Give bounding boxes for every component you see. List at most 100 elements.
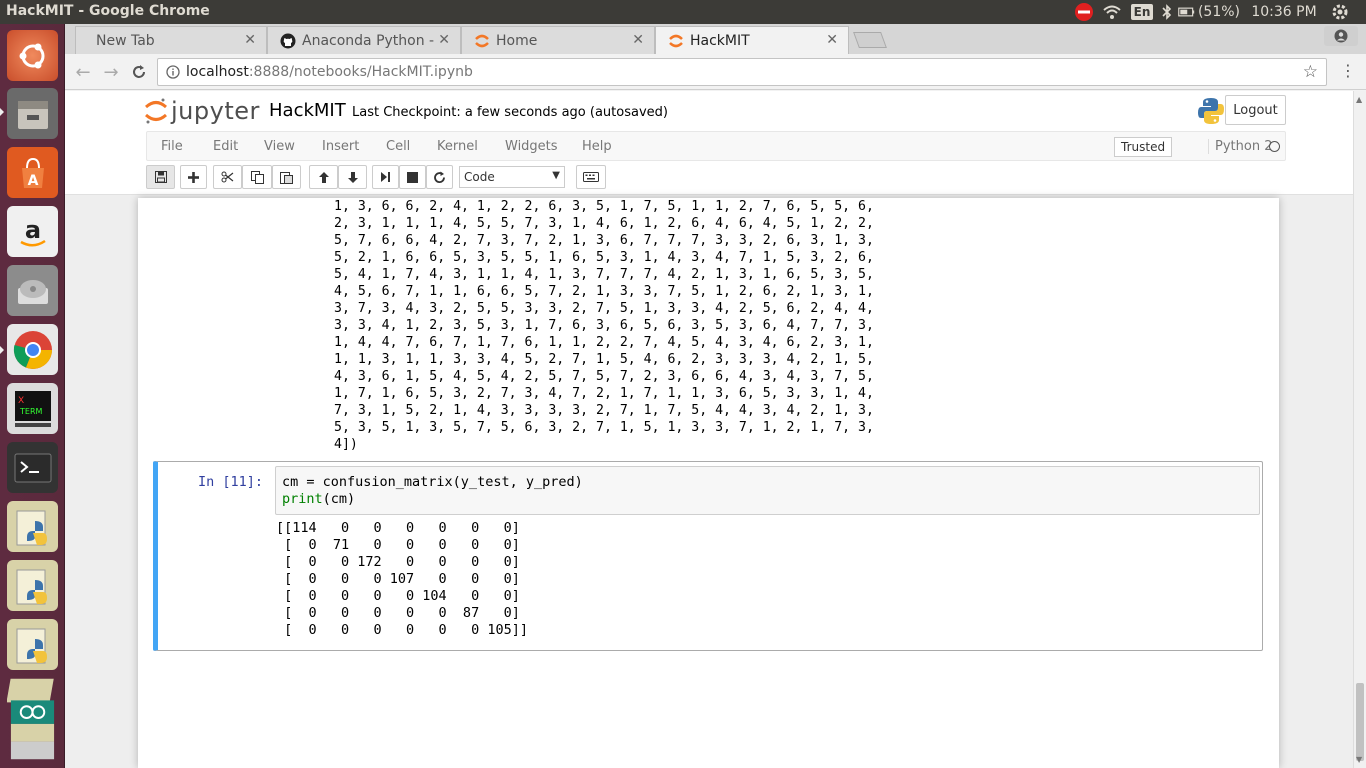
insert-cell-button[interactable] — [180, 165, 207, 189]
kernel-name[interactable]: Python 2 — [1208, 139, 1272, 154]
tab-new-tab[interactable]: New Tab ✕ — [75, 26, 267, 54]
code-cell-selected[interactable]: In [11]: cm = confusion_matrix(y_test, y… — [153, 461, 1263, 651]
copy-icon — [250, 170, 264, 184]
menu-insert[interactable]: Insert — [322, 139, 359, 154]
xterm-icon[interactable]: X TERM — [7, 383, 58, 434]
launcher-running-indicator — [0, 108, 4, 116]
terminal-icon[interactable] — [7, 442, 58, 493]
bookmark-star-icon[interactable]: ☆ — [1303, 62, 1318, 82]
paste-icon — [280, 171, 293, 184]
close-icon[interactable]: ✕ — [438, 32, 450, 48]
menu-kernel[interactable]: Kernel — [437, 139, 478, 154]
tab-title: Anaconda Python - — [302, 32, 435, 49]
copy-button[interactable] — [242, 165, 272, 189]
new-tab-button[interactable] — [853, 32, 887, 48]
user-icon — [1334, 29, 1348, 43]
python-notebook-icon[interactable] — [7, 619, 58, 670]
code-line: (cm) — [322, 491, 356, 507]
jupyter-menubar: File Edit View Insert Cell Kernel Widget… — [65, 131, 1353, 161]
interrupt-kernel-button[interactable] — [399, 165, 426, 189]
jupyter-logo[interactable]: jupyter — [145, 97, 260, 125]
menu-edit[interactable]: Edit — [213, 139, 238, 154]
stop-icon — [407, 171, 418, 183]
tab-hackmit[interactable]: HackMIT ✕ — [655, 26, 849, 54]
save-icon — [154, 171, 167, 183]
python-logo-icon — [1197, 97, 1225, 125]
previous-cell-output: 1, 3, 6, 6, 2, 4, 1, 2, 2, 6, 3, 5, 1, 7… — [334, 199, 874, 452]
bluetooth-icon[interactable] — [1156, 0, 1178, 24]
stacked-notebooks-icon[interactable] — [7, 676, 58, 764]
run-cell-button[interactable] — [372, 165, 399, 189]
menu-help[interactable]: Help — [582, 139, 612, 154]
input-prompt: In [11]: — [198, 474, 264, 490]
tab-title: Home — [496, 32, 538, 49]
python-notebook-icon[interactable] — [7, 501, 58, 552]
menu-view[interactable]: View — [264, 139, 295, 154]
cut-button[interactable] — [213, 165, 242, 189]
arrow-down-icon — [347, 171, 358, 183]
ubuntu-dash-icon[interactable] — [7, 30, 58, 81]
scissors-icon — [221, 171, 234, 183]
close-icon[interactable]: ✕ — [632, 32, 644, 48]
close-icon[interactable]: ✕ — [826, 32, 838, 48]
scroll-up-icon[interactable]: ▲ — [1356, 95, 1362, 104]
window-title: HackMIT - Google Chrome — [6, 3, 210, 19]
cell-type-value: Code — [464, 170, 495, 184]
tab-anaconda[interactable]: Anaconda Python - ✕ — [267, 26, 461, 54]
amazon-icon[interactable]: a — [7, 206, 58, 257]
disk-icon[interactable] — [7, 265, 58, 316]
caret-down-icon: ▼ — [552, 170, 560, 181]
battery-indicator[interactable]: (51%) — [1178, 0, 1240, 24]
forward-button[interactable]: → — [99, 60, 123, 84]
launcher: A a X TERM — [0, 24, 65, 768]
menu-file[interactable]: File — [161, 139, 183, 154]
reload-button[interactable] — [127, 60, 151, 84]
move-up-button[interactable] — [309, 165, 338, 189]
move-down-button[interactable] — [338, 165, 367, 189]
launcher-running-indicator — [0, 346, 4, 354]
info-icon[interactable] — [166, 65, 180, 79]
scroll-down-icon[interactable]: ▼ — [1356, 755, 1362, 764]
jupyter-favicon-icon — [668, 33, 684, 49]
wifi-icon[interactable] — [1096, 0, 1128, 24]
restart-kernel-button[interactable] — [426, 165, 453, 189]
menu-cell[interactable]: Cell — [386, 139, 410, 154]
svg-text:X: X — [18, 396, 24, 406]
chrome-menu-button[interactable]: ⋮ — [1340, 62, 1356, 82]
cell-type-select[interactable]: Code ▼ — [459, 166, 565, 188]
files-icon[interactable] — [7, 88, 58, 139]
kernel-idle-icon — [1269, 141, 1280, 152]
scrollbar-thumb[interactable] — [1356, 683, 1364, 761]
trusted-indicator[interactable]: Trusted — [1114, 137, 1173, 157]
notebook-name[interactable]: HackMIT — [269, 100, 346, 121]
jupyter-logo-icon — [145, 98, 167, 124]
github-icon — [280, 33, 296, 49]
code-line: cm = confusion_matrix(y_test, y_pred) — [282, 474, 583, 490]
paste-button[interactable] — [272, 165, 301, 189]
profile-button[interactable] — [1324, 26, 1358, 46]
network-disabled-icon[interactable] — [1072, 0, 1096, 24]
keyboard-layout-indicator[interactable]: En — [1128, 0, 1156, 24]
clock[interactable]: 10:36 PM — [1240, 0, 1328, 24]
jupyter-logo-text: jupyter — [171, 97, 260, 125]
gear-icon[interactable] — [1328, 0, 1352, 24]
back-button[interactable]: ← — [71, 60, 95, 84]
url-host: localhost — [186, 64, 249, 80]
address-bar[interactable]: localhost:8888/notebooks/HackMIT.ipynb ☆ — [157, 58, 1327, 86]
jupyter-page: jupyter HackMIT Last Checkpoint: a few s… — [65, 91, 1353, 768]
page-scrollbar[interactable]: ▲ ▼ — [1353, 91, 1366, 768]
code-editor[interactable]: cm = confusion_matrix(y_test, y_pred) pr… — [275, 466, 1260, 515]
close-icon[interactable]: ✕ — [244, 32, 256, 48]
chrome-icon[interactable] — [7, 324, 58, 375]
svg-text:a: a — [24, 216, 40, 244]
save-button[interactable] — [146, 165, 175, 189]
confusion-matrix-output: [[114 0 0 0 0 0 0] [ 0 71 0 0 0 0 0] [ 0… — [276, 520, 528, 638]
logout-button[interactable]: Logout — [1225, 95, 1286, 125]
software-center-icon[interactable]: A — [7, 147, 58, 198]
python-notebook-icon[interactable] — [7, 560, 58, 611]
menu-widgets[interactable]: Widgets — [505, 139, 558, 154]
tab-home[interactable]: Home ✕ — [461, 26, 655, 54]
refresh-icon — [434, 171, 445, 183]
svg-text:TERM: TERM — [19, 407, 43, 416]
command-palette-button[interactable] — [576, 165, 606, 189]
